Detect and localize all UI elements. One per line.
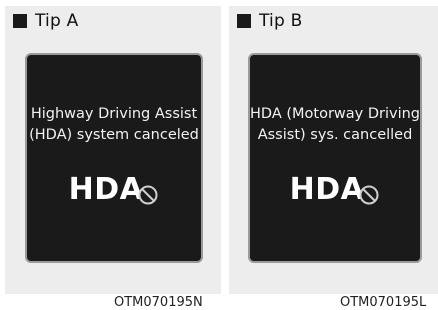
cancelled-circle-icon xyxy=(138,185,158,205)
message-line-1: HDA (Motorway Driving xyxy=(250,106,420,122)
message-line-2: (HDA) system canceled xyxy=(29,127,199,143)
hda-badge-text: HDA xyxy=(68,172,144,207)
square-bullet-icon xyxy=(237,14,251,28)
figure-code-b: OTM070195L xyxy=(340,295,427,310)
cluster-display-a: Highway Driving Assist (HDA) system canc… xyxy=(25,53,203,263)
cluster-message-b: HDA (Motorway Driving Assist) sys. cance… xyxy=(250,104,420,146)
tip-a-panel: Tip A Highway Driving Assist (HDA) syste… xyxy=(5,6,221,294)
tip-b-heading: Tip B xyxy=(237,11,302,31)
hda-indicator-a: HDA xyxy=(27,173,201,207)
square-bullet-icon xyxy=(13,14,27,28)
cluster-message-a: Highway Driving Assist (HDA) system canc… xyxy=(27,104,201,146)
tip-a-label: Tip A xyxy=(35,11,79,31)
tip-b-panel: Tip B HDA (Motorway Driving Assist) sys.… xyxy=(229,6,438,294)
message-line-2: Assist) sys. cancelled xyxy=(257,127,413,143)
hda-indicator-b: HDA xyxy=(250,173,420,207)
tip-a-heading: Tip A xyxy=(13,11,78,31)
message-line-1: Highway Driving Assist xyxy=(30,106,198,122)
hda-badge-text: HDA xyxy=(289,172,365,207)
tip-b-label: Tip B xyxy=(259,11,303,31)
figure-code-a: OTM070195N xyxy=(114,295,203,310)
cluster-display-b: HDA (Motorway Driving Assist) sys. cance… xyxy=(248,53,422,263)
cancelled-circle-icon xyxy=(359,185,379,205)
